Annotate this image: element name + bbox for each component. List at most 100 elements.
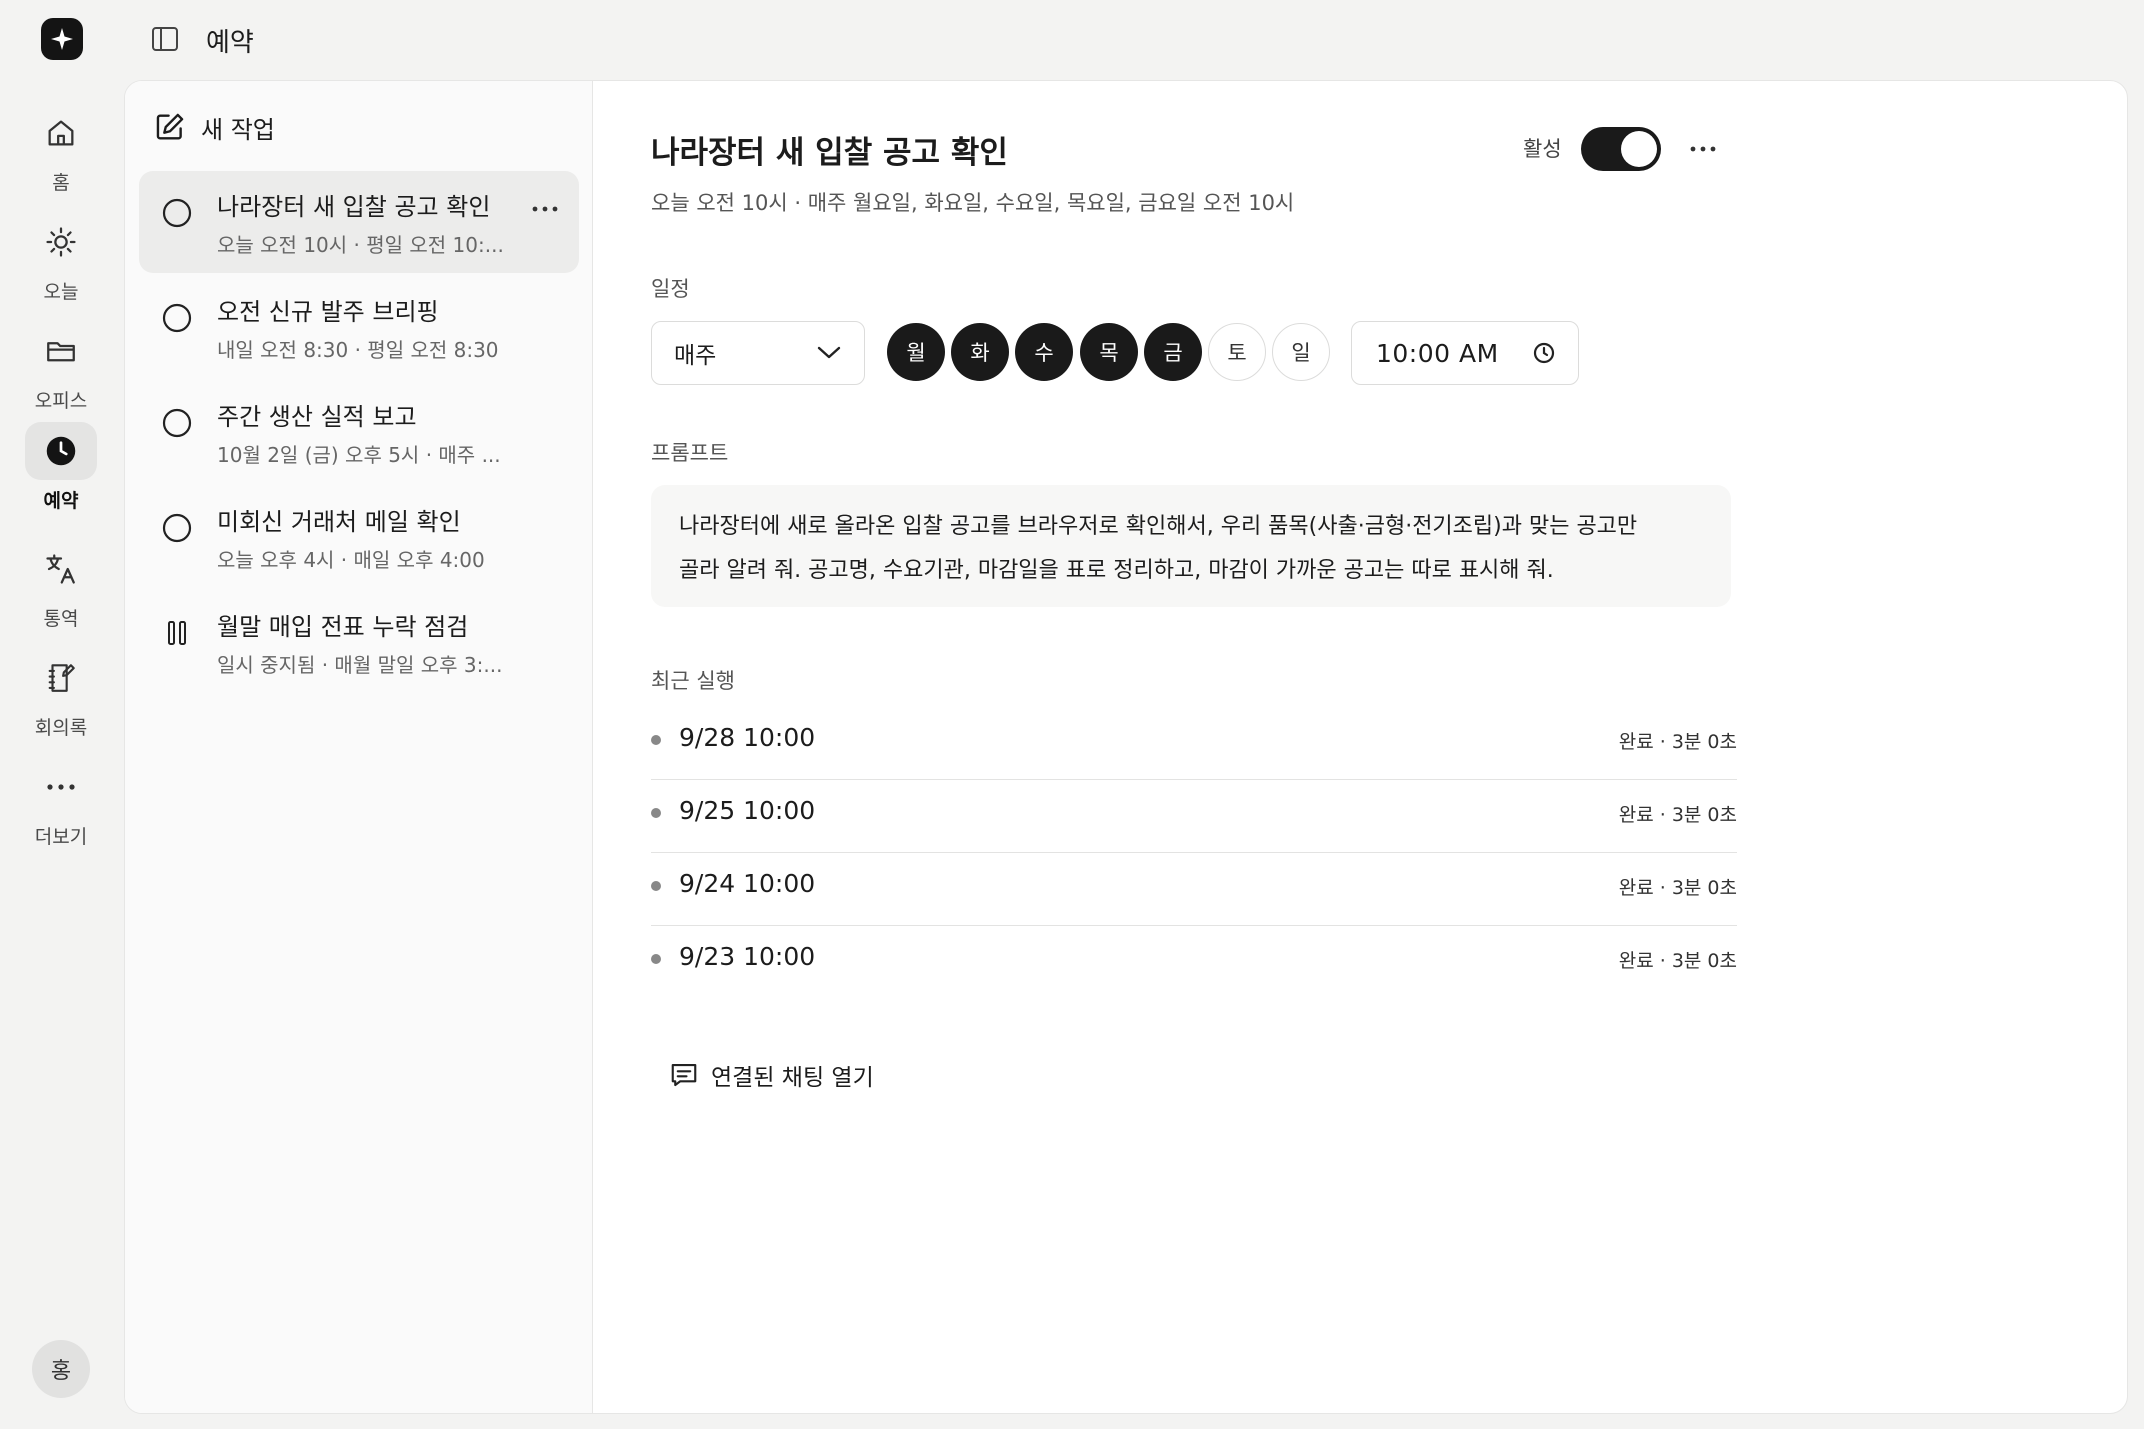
- notebook-icon: [25, 649, 97, 707]
- detail-more-button[interactable]: [1685, 137, 1721, 161]
- task-detail-subtitle: 오늘 오전 10시 · 매주 월요일, 화요일, 수요일, 목요일, 금요일 오…: [651, 191, 1295, 215]
- rail-label-more: 더보기: [34, 826, 88, 848]
- app-rail: 홈 오늘 오피스 예약 통역 회의록 더보기 홍: [0, 0, 122, 1429]
- task-item[interactable]: 미회신 거래처 메일 확인 오늘 오후 4시 · 매일 오후 4:00: [139, 486, 579, 588]
- rail-item-office[interactable]: 오피스: [25, 322, 97, 414]
- run-row[interactable]: 9/23 10:00 완료 · 3분 0초: [651, 926, 1737, 999]
- run-time: 9/24 10:00: [679, 869, 816, 898]
- task-detail-pane: 나라장터 새 입찰 공고 확인 활성 오늘 오전 10시 · 매주 월요일, 화…: [651, 81, 1751, 1413]
- sidebar-toggle-icon: [152, 27, 178, 51]
- run-row[interactable]: 9/28 10:00 완료 · 3분 0초: [651, 707, 1737, 780]
- run-dot: [651, 954, 661, 964]
- page-title: 예약: [206, 28, 254, 58]
- rail-item-schedule[interactable]: 예약: [25, 422, 97, 514]
- status-circle-icon: [162, 408, 192, 438]
- rail-label-minutes: 회의록: [34, 717, 88, 739]
- rail-label-office: 오피스: [34, 390, 88, 412]
- new-task-button[interactable]: 새 작업: [153, 107, 275, 147]
- task-subtitle: 내일 오전 8:30 · 평일 오전 8:30: [217, 338, 499, 362]
- sparkle-icon: [51, 28, 73, 50]
- task-item[interactable]: 오전 신규 발주 브리핑 내일 오전 8:30 · 평일 오전 8:30: [139, 276, 579, 378]
- rail-item-today[interactable]: 오늘: [25, 213, 97, 305]
- status-circle-icon: [162, 198, 192, 228]
- more-icon: [25, 758, 97, 816]
- task-item[interactable]: 주간 생산 실적 보고 10월 2일 (금) 오후 5시 · 매주 ...: [139, 381, 579, 483]
- task-more-button[interactable]: [529, 197, 561, 221]
- status-circle-icon: [162, 513, 192, 543]
- day-chip-thu[interactable]: 목: [1080, 323, 1138, 381]
- run-row[interactable]: 9/25 10:00 완료 · 3분 0초: [651, 780, 1737, 853]
- avatar[interactable]: 홍: [32, 1340, 90, 1398]
- main-card: 새 작업 나라장터 새 입찰 공고 확인 오늘 오전 10시 · 평일 오전 1…: [124, 80, 2128, 1414]
- open-linked-chat-button[interactable]: 연결된 채팅 열기: [669, 1055, 874, 1095]
- time-value: 10:00 AM: [1376, 338, 1499, 368]
- sidebar-toggle-button[interactable]: [148, 24, 182, 54]
- run-status: 완료 · 3분 0초: [1618, 731, 1737, 753]
- task-subtitle: 오늘 오후 4시 · 매일 오후 4:00: [217, 548, 485, 572]
- day-chip-fri[interactable]: 금: [1144, 323, 1202, 381]
- translate-icon: [25, 540, 97, 598]
- folder-icon: [25, 322, 97, 380]
- task-title: 주간 생산 실적 보고: [217, 403, 417, 431]
- rail-label-schedule: 예약: [43, 490, 79, 512]
- frequency-value: 매주: [674, 343, 717, 369]
- prompt-line: 골라 알려 줘. 공고명, 수요기관, 마감일을 표로 정리하고, 마감이 가까…: [679, 558, 1554, 583]
- task-subtitle: 오늘 오전 10시 · 평일 오전 10:...: [217, 233, 504, 257]
- run-dot: [651, 808, 661, 818]
- rail-item-minutes[interactable]: 회의록: [25, 649, 97, 741]
- task-item[interactable]: 나라장터 새 입찰 공고 확인 오늘 오전 10시 · 평일 오전 10:...: [139, 171, 579, 273]
- task-list-pane: 새 작업 나라장터 새 입찰 공고 확인 오늘 오전 10시 · 평일 오전 1…: [125, 81, 593, 1413]
- new-task-label: 새 작업: [201, 115, 275, 144]
- day-chip-mon[interactable]: 월: [887, 323, 945, 381]
- prompt-text[interactable]: 나라장터에 새로 올라온 입찰 공고를 브라우저로 확인해서, 우리 품목(사출…: [651, 485, 1731, 607]
- rail-item-home[interactable]: 홈: [25, 104, 97, 196]
- open-chat-label: 연결된 채팅 열기: [711, 1065, 874, 1091]
- compose-icon: [156, 113, 184, 140]
- schedule-label: 일정: [651, 277, 690, 301]
- task-subtitle: 10월 2일 (금) 오후 5시 · 매주 ...: [217, 443, 501, 467]
- run-status: 완료 · 3분 0초: [1618, 950, 1737, 972]
- run-time: 9/28 10:00: [679, 723, 816, 752]
- frequency-select[interactable]: 매주: [651, 321, 865, 385]
- rail-item-more[interactable]: 더보기: [25, 758, 97, 850]
- active-label: 활성: [1523, 137, 1562, 161]
- clock-icon: [25, 422, 97, 480]
- time-field[interactable]: 10:00 AM: [1351, 321, 1579, 385]
- prompt-label: 프롬프트: [651, 441, 729, 465]
- clock-icon: [1533, 342, 1555, 364]
- run-dot: [651, 735, 661, 745]
- chevron-down-icon: [817, 346, 841, 359]
- run-status: 완료 · 3분 0초: [1618, 877, 1737, 899]
- prompt-line: 나라장터에 새로 올라온 입찰 공고를 브라우저로 확인해서, 우리 품목(사출…: [679, 514, 1638, 539]
- rail-item-translate[interactable]: 통역: [25, 540, 97, 632]
- app-logo[interactable]: [41, 18, 83, 60]
- active-toggle[interactable]: [1581, 127, 1661, 171]
- run-time: 9/23 10:00: [679, 942, 816, 971]
- sun-icon: [25, 213, 97, 271]
- toggle-knob: [1621, 131, 1657, 167]
- more-icon: [532, 206, 558, 212]
- home-icon: [25, 104, 97, 162]
- run-row[interactable]: 9/24 10:00 완료 · 3분 0초: [651, 853, 1737, 926]
- day-chip-wed[interactable]: 수: [1015, 323, 1073, 381]
- task-subtitle: 일시 중지됨 · 매월 말일 오후 3:...: [217, 653, 503, 677]
- recent-runs-label: 최근 실행: [651, 669, 735, 693]
- task-title: 미회신 거래처 메일 확인: [217, 508, 461, 536]
- task-title: 나라장터 새 입찰 공고 확인: [217, 193, 491, 221]
- task-item[interactable]: 월말 매입 전표 누락 점검 일시 중지됨 · 매월 말일 오후 3:...: [139, 591, 579, 693]
- status-circle-icon: [162, 303, 192, 333]
- run-time: 9/25 10:00: [679, 796, 816, 825]
- run-status: 완료 · 3분 0초: [1618, 804, 1737, 826]
- task-title: 월말 매입 전표 누락 점검: [217, 613, 469, 641]
- rail-label-today: 오늘: [43, 281, 79, 303]
- chat-icon: [671, 1063, 697, 1087]
- day-chip-sun[interactable]: 일: [1272, 323, 1330, 381]
- more-icon: [1690, 146, 1716, 152]
- day-chip-sat[interactable]: 토: [1208, 323, 1266, 381]
- day-chip-tue[interactable]: 화: [951, 323, 1009, 381]
- rail-label-translate: 통역: [43, 608, 79, 630]
- pause-icon: [168, 621, 186, 645]
- rail-label-home: 홈: [52, 172, 70, 194]
- task-title: 오전 신규 발주 브리핑: [217, 298, 439, 326]
- run-dot: [651, 881, 661, 891]
